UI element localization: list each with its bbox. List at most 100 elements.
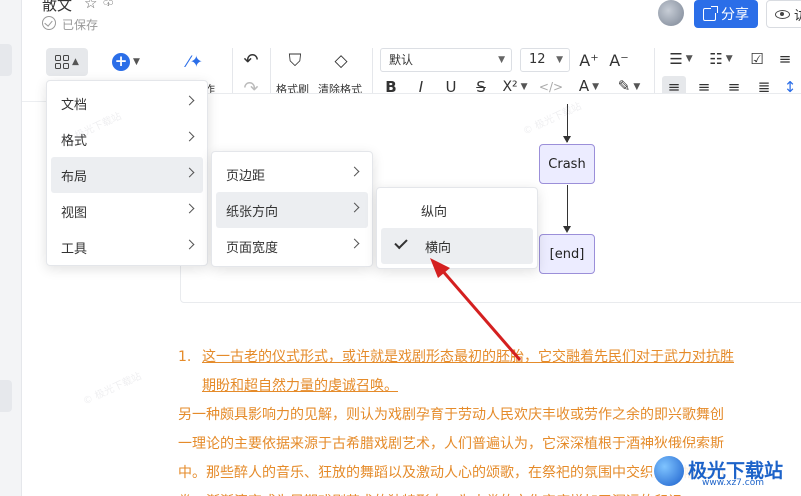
layout-submenu: 页边距 纸张方向 页面宽度	[211, 151, 373, 267]
chevron-down-icon: ▼	[498, 55, 505, 65]
share-label: 分享	[721, 7, 749, 23]
menu-item-label: 视图	[61, 205, 88, 221]
menu-item-label: 横向	[425, 240, 452, 256]
menu-item-label: 页边距	[226, 168, 266, 184]
node-label: [end]	[549, 246, 585, 262]
site-logo: 极光下载站 www.xz7.com	[652, 448, 801, 494]
chevron-right-icon	[349, 202, 360, 213]
chevron-down-icon: ▼	[592, 82, 600, 92]
logo-icon	[654, 456, 684, 486]
chevron-down-icon: ▼	[520, 82, 528, 92]
checklist-button[interactable]: ☑	[746, 48, 768, 70]
magic-wand-icon: ⁄✦	[186, 51, 204, 71]
menu-item-page-width[interactable]: 页面宽度	[216, 228, 368, 264]
paragraph-line: 另一种颇具影响力的见解，则认为戏剧孕育于劳动人民欢庆丰收或劳作之余的即兴歌舞创	[178, 407, 724, 423]
chevron-right-icon	[184, 167, 195, 178]
chevron-right-icon	[349, 166, 360, 177]
menu-item-label: 工具	[61, 241, 88, 257]
paint-roller-icon: ⛉	[288, 51, 302, 71]
font-grow-button[interactable]: A⁺	[577, 48, 601, 72]
menu-item-document[interactable]: 文档	[51, 85, 203, 121]
paragraph-line: 中。那些醉人的音乐、狂放的舞蹈以及激动人心的颂歌，在祭祀的氛围中交织成一幅生动	[178, 465, 724, 481]
bullet-list-button[interactable]: ☰ ▼	[664, 48, 698, 70]
share-icon	[703, 5, 718, 21]
menu-toggle-button[interactable]: ▲	[46, 48, 88, 76]
chevron-up-icon: ▲	[72, 57, 79, 67]
star-icon[interactable]: ☆	[84, 0, 97, 12]
paragraph-line: 卷，渐渐演变成为早期戏剧艺术的独特形态，为人类的文化宝库增加了深远的印记	[178, 488, 682, 496]
paragraph-line: 这一古老的仪式形式，或许就是戏剧形态最初的胚胎，它交融着先民们对于武力对抗胜	[202, 349, 734, 365]
font-size-value: 12	[529, 52, 546, 67]
view-mode-button[interactable]: 访	[766, 0, 801, 28]
undo-button[interactable]: ↶	[238, 48, 264, 72]
eraser-icon: ◇	[334, 51, 348, 71]
flow-node-crash[interactable]: Crash	[539, 144, 595, 184]
chevron-right-icon	[184, 131, 195, 142]
flow-node-end[interactable]: [end]	[539, 234, 595, 274]
menu-item-view[interactable]: 视图	[51, 193, 203, 229]
numbered-list-icon: ☷	[709, 50, 723, 68]
font-shrink-icon: A⁻	[609, 50, 629, 70]
menu-item-label: 布局	[61, 169, 88, 185]
menu-item-orientation[interactable]: 纸张方向	[216, 192, 368, 228]
chevron-right-icon	[184, 239, 195, 250]
paragraph-line: 一理论的主要依据来源于古希腊戏剧艺术，人们普遍认为，它深深植根于酒神狄俄倪索斯	[178, 436, 724, 452]
chevron-right-icon	[184, 203, 195, 214]
paragraph-line: 期盼和超自然力量的虔诚召唤。	[202, 378, 398, 394]
indent-button[interactable]: ≡	[774, 48, 796, 70]
list-number: 1.	[178, 349, 192, 365]
avatar[interactable]	[658, 0, 684, 26]
font-grow-icon: A⁺	[579, 50, 599, 70]
font-family-select[interactable]: 默认 ▼	[380, 48, 512, 72]
flow-connector	[567, 185, 568, 231]
view-label: 访	[794, 8, 801, 24]
orientation-submenu: 纵向 横向	[376, 187, 538, 269]
clear-format-button[interactable]: ◇	[326, 48, 356, 74]
chevron-right-icon	[349, 238, 360, 249]
doc-title[interactable]: 散文	[42, 0, 72, 15]
share-button[interactable]: 分享	[694, 0, 758, 28]
rail-tab[interactable]	[0, 44, 12, 76]
menu-item-margins[interactable]: 页边距	[216, 156, 368, 192]
chevron-down-icon: ▼	[633, 82, 641, 92]
menu-item-portrait[interactable]: 纵向	[381, 192, 533, 228]
flow-arrowhead	[563, 136, 571, 143]
main-menu: 文档 格式 布局 视图 工具	[46, 80, 208, 266]
rail-tab[interactable]	[0, 380, 12, 412]
chevron-right-icon	[184, 95, 195, 106]
node-label: Crash	[548, 156, 586, 172]
format-painter-button[interactable]: ⛉	[280, 48, 310, 74]
eye-icon	[775, 9, 790, 19]
undo-icon: ↶	[243, 49, 259, 71]
chevron-down-icon: ▼	[556, 55, 563, 65]
logo-sub: www.xz7.com	[702, 478, 764, 488]
numbered-list-button[interactable]: ☷ ▼	[704, 48, 738, 70]
flow-arrowhead	[563, 226, 571, 233]
menu-item-label: 纵向	[421, 204, 448, 220]
saved-check-icon	[42, 16, 56, 30]
checkbox-icon: ☑	[750, 50, 764, 68]
menu-item-layout[interactable]: 布局	[51, 157, 203, 193]
menu-item-label: 纸张方向	[226, 204, 279, 220]
insert-button[interactable]: + ▼	[108, 50, 144, 74]
menu-item-tools[interactable]: 工具	[51, 229, 203, 265]
left-rail	[0, 0, 22, 496]
plus-icon: +	[112, 53, 131, 71]
plugin-icon[interactable]: ♧	[102, 0, 115, 10]
font-size-select[interactable]: 12 ▼	[520, 48, 570, 72]
menu-item-label: 页面宽度	[226, 240, 279, 256]
font-name-value: 默认	[389, 53, 414, 67]
indent-icon: ≡	[778, 50, 792, 68]
title-bar: 散文 ☆ ♧ 已保存 分享 访	[22, 0, 801, 40]
font-shrink-button[interactable]: A⁻	[607, 48, 631, 72]
code-icon: </>	[538, 80, 564, 94]
menu-item-landscape[interactable]: 横向	[381, 228, 533, 264]
grid-icon	[55, 55, 70, 69]
menu-item-label: 文档	[61, 97, 88, 113]
chevron-down-icon: ▼	[685, 54, 693, 64]
magic-wand-button[interactable]: ⁄✦	[180, 48, 210, 74]
save-status: 已保存	[62, 18, 99, 32]
chevron-down-icon: ▼	[725, 54, 733, 64]
chevron-down-icon: ▼	[133, 57, 140, 67]
check-icon	[394, 235, 408, 250]
